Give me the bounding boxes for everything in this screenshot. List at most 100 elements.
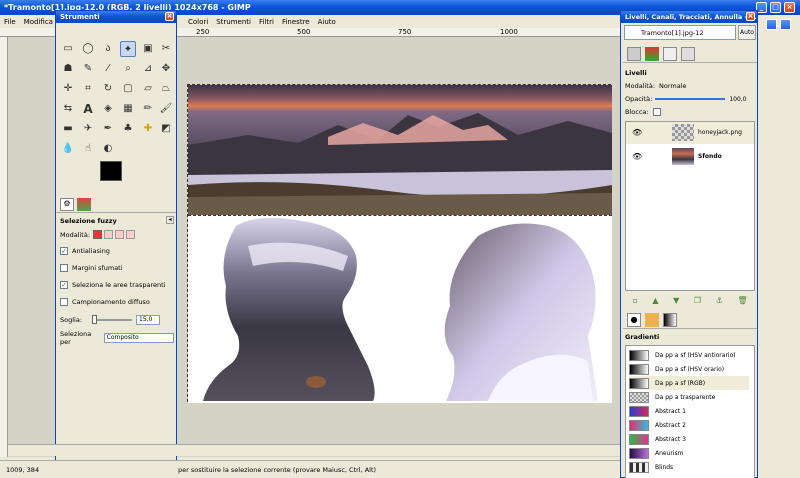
color-select-icon[interactable]: ▣ bbox=[140, 41, 156, 57]
foreground-select-icon[interactable]: ☗ bbox=[60, 61, 76, 77]
new-layer-icon[interactable]: ▫ bbox=[632, 296, 637, 305]
paths-tab[interactable] bbox=[663, 47, 677, 61]
mode-replace-icon[interactable] bbox=[93, 230, 103, 239]
menu-colors[interactable]: Colori bbox=[188, 18, 208, 26]
options-menu-icon[interactable]: ◂ bbox=[166, 216, 174, 224]
layer-row[interactable]: 👁 Sfondo bbox=[626, 146, 754, 168]
gradient-item[interactable]: Aneurism bbox=[629, 446, 749, 460]
layer-row[interactable]: 👁 honeyjack.png bbox=[626, 122, 754, 144]
dock-close-button[interactable]: × bbox=[746, 12, 755, 21]
feather-row[interactable]: Margini sfumati bbox=[60, 264, 123, 272]
rect-select-icon[interactable]: ▭ bbox=[60, 41, 76, 57]
maximize-button[interactable]: □ bbox=[770, 2, 781, 13]
close-button[interactable]: × bbox=[784, 2, 795, 13]
foreground-color[interactable] bbox=[100, 161, 122, 181]
ellipse-select-icon[interactable]: ◯ bbox=[80, 41, 96, 57]
smudge-icon[interactable]: ☝ bbox=[80, 141, 96, 157]
lasso-icon[interactable]: ა bbox=[100, 41, 116, 57]
raise-layer-icon[interactable]: ▲ bbox=[652, 296, 658, 305]
lock-pixels-checkbox[interactable] bbox=[652, 108, 661, 116]
menu-windows[interactable]: Finestre bbox=[282, 18, 310, 26]
perspective-clone-icon[interactable]: ◩ bbox=[158, 121, 174, 137]
gradient-tab-icon[interactable] bbox=[663, 313, 677, 327]
tool-options-tab[interactable]: ⚙ bbox=[60, 198, 74, 211]
gradient-name: Da pp a sf (HSV antiorario) bbox=[655, 351, 736, 359]
select-by-dropdown[interactable]: Composito bbox=[103, 333, 174, 343]
mode-intersect-icon[interactable] bbox=[126, 230, 136, 239]
menu-edit[interactable]: Modifica bbox=[24, 18, 53, 26]
color-picker-icon[interactable]: ⁄ bbox=[100, 61, 116, 77]
airbrush-icon[interactable]: ✈ bbox=[80, 121, 96, 137]
menu-help[interactable]: Aiuto bbox=[318, 18, 336, 26]
flip-icon[interactable]: ⇆ bbox=[60, 101, 76, 117]
fuzzy-select-icon[interactable]: ✦ bbox=[120, 41, 136, 57]
crop-icon[interactable]: ⌗ bbox=[80, 81, 96, 97]
rotate-icon[interactable]: ↻ bbox=[100, 81, 116, 97]
delete-layer-icon[interactable]: 🗑 bbox=[738, 296, 748, 305]
gradient-item[interactable]: Da pp a sf (HSV orario) bbox=[629, 362, 749, 376]
layer-mode-value[interactable]: Normale bbox=[659, 82, 687, 90]
transparent-row[interactable]: ✓ Seleziona le aree trasparenti bbox=[60, 281, 165, 289]
menu-file[interactable]: File bbox=[4, 18, 16, 26]
heal-icon[interactable]: ✚ bbox=[140, 121, 156, 137]
gradient-item[interactable]: Abstract 3 bbox=[629, 432, 749, 446]
pencil-icon[interactable]: ✏ bbox=[140, 101, 156, 117]
brush-tab-icon[interactable]: ● bbox=[627, 313, 641, 327]
transparent-checkbox[interactable]: ✓ bbox=[60, 281, 68, 289]
blend-icon[interactable]: ▦ bbox=[120, 101, 136, 117]
threshold-input[interactable]: 15,0 bbox=[136, 315, 161, 325]
sample-merged-checkbox[interactable] bbox=[60, 298, 68, 306]
secondary-maximize-button[interactable] bbox=[780, 19, 791, 30]
blur-icon[interactable]: 💧 bbox=[60, 141, 76, 157]
brushes-tab[interactable] bbox=[77, 198, 91, 211]
image-selector[interactable]: Tramonto[1].jpg-12 bbox=[624, 25, 736, 40]
secondary-minimize-button[interactable] bbox=[766, 19, 777, 30]
horizontal-scrollbar[interactable] bbox=[8, 444, 625, 456]
paths-icon[interactable]: ✎ bbox=[80, 61, 96, 77]
move-icon[interactable]: ✥ bbox=[158, 61, 174, 77]
opacity-value[interactable]: 100,0 bbox=[729, 96, 746, 103]
mode-subtract-icon[interactable] bbox=[115, 230, 125, 239]
antialiasing-row[interactable]: ✓ Antialiasing bbox=[60, 247, 110, 255]
opacity-slider[interactable] bbox=[655, 98, 726, 100]
toolbox-close-button[interactable]: × bbox=[165, 12, 174, 21]
perspective-icon[interactable]: ⏢ bbox=[158, 81, 174, 97]
scissors-icon[interactable]: ✂ bbox=[158, 41, 174, 57]
channels-tab[interactable] bbox=[645, 47, 659, 61]
dodge-icon[interactable]: ◐ bbox=[100, 141, 116, 157]
measure-icon[interactable]: ⊿ bbox=[140, 61, 156, 77]
lower-layer-icon[interactable]: ▼ bbox=[673, 296, 679, 305]
layers-tab[interactable] bbox=[627, 47, 641, 61]
eye-icon[interactable]: 👁 bbox=[632, 128, 642, 137]
scale-icon[interactable]: ▢ bbox=[120, 81, 136, 97]
threshold-slider[interactable] bbox=[92, 315, 133, 324]
gradient-item[interactable]: Abstract 1 bbox=[629, 404, 749, 418]
zoom-icon[interactable]: ⌕ bbox=[120, 61, 136, 77]
eye-icon[interactable]: 👁 bbox=[632, 152, 642, 161]
auto-button[interactable]: Auto bbox=[738, 25, 756, 40]
pattern-tab-icon[interactable] bbox=[645, 313, 659, 327]
gradient-item[interactable]: Abstract 2 bbox=[629, 418, 749, 432]
shear-icon[interactable]: ▱ bbox=[140, 81, 156, 97]
mode-add-icon[interactable] bbox=[104, 230, 114, 239]
eraser-icon[interactable]: ▬ bbox=[60, 121, 76, 137]
paintbrush-icon[interactable]: 🖌 bbox=[158, 101, 174, 117]
undo-tab[interactable] bbox=[681, 47, 695, 61]
text-icon[interactable]: A bbox=[80, 101, 96, 117]
gradient-item[interactable]: Da pp a sf (RGB) bbox=[629, 376, 749, 390]
align-icon[interactable]: ✛ bbox=[60, 81, 76, 97]
anchor-layer-icon[interactable]: ⚓ bbox=[716, 296, 723, 305]
ink-icon[interactable]: ✒ bbox=[100, 121, 116, 137]
image-canvas[interactable] bbox=[187, 84, 612, 403]
duplicate-layer-icon[interactable]: ❐ bbox=[694, 296, 701, 305]
menu-tools[interactable]: Strumenti bbox=[216, 18, 251, 26]
gradient-item[interactable]: Blinds bbox=[629, 460, 749, 474]
antialiasing-checkbox[interactable]: ✓ bbox=[60, 247, 68, 255]
sample-merged-row[interactable]: Campionamento diffuso bbox=[60, 298, 150, 306]
clone-icon[interactable]: ♣ bbox=[120, 121, 136, 137]
gradient-item[interactable]: Da pp a sf (HSV antiorario) bbox=[629, 348, 749, 362]
gradient-item[interactable]: Da pp a trasparente bbox=[629, 390, 749, 404]
bucket-fill-icon[interactable]: ◈ bbox=[100, 101, 116, 117]
menu-filters[interactable]: Filtri bbox=[259, 18, 274, 26]
feather-checkbox[interactable] bbox=[60, 264, 68, 272]
